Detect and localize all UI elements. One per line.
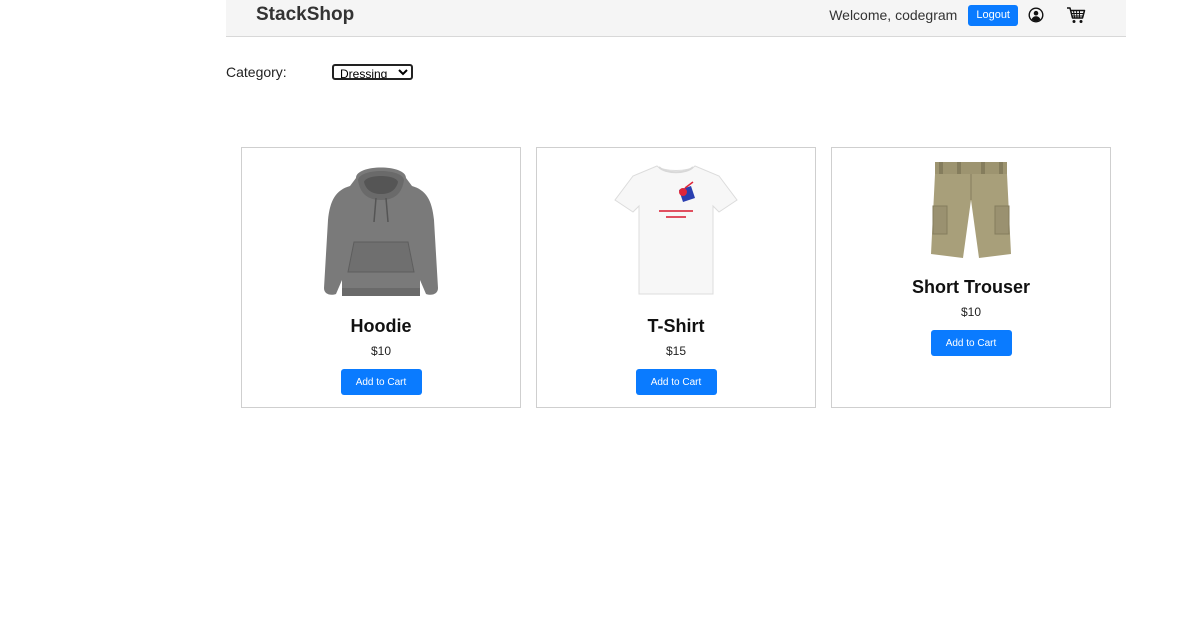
- product-card-hoodie: Hoodie $10 Add to Cart: [241, 147, 521, 408]
- hoodie-image: [311, 160, 451, 300]
- logout-button[interactable]: Logout: [968, 4, 1018, 26]
- product-grid: Hoodie $10 Add to Cart T-Shirt $15 Add t…: [241, 147, 1111, 408]
- add-to-cart-button[interactable]: Add to Cart: [930, 330, 1012, 356]
- product-card-short-trouser: Short Trouser $10 Add to Cart: [831, 147, 1111, 408]
- welcome-text: Welcome, codegram: [829, 7, 958, 23]
- product-price: $10: [370, 344, 392, 358]
- nav-right: Welcome, codegram Logout: [829, 4, 1086, 26]
- add-to-cart-button[interactable]: Add to Cart: [340, 369, 422, 395]
- shopping-cart-icon[interactable]: [1066, 6, 1086, 24]
- brand-logo[interactable]: StackShop: [256, 4, 354, 26]
- short-trouser-image: [921, 160, 1021, 261]
- category-label: Category:: [226, 64, 287, 80]
- product-card-t-shirt: T-Shirt $15 Add to Cart: [536, 147, 816, 408]
- product-price: $10: [960, 305, 982, 319]
- category-filter: Category: Dressing: [226, 63, 413, 81]
- product-name: Short Trouser: [911, 277, 1031, 297]
- t-shirt-image: [606, 160, 746, 300]
- product-name: T-Shirt: [647, 316, 705, 336]
- navbar: StackShop Welcome, codegram Logout: [226, 0, 1126, 37]
- user-circle-icon[interactable]: [1028, 7, 1044, 23]
- product-price: $15: [665, 344, 687, 358]
- add-to-cart-button[interactable]: Add to Cart: [635, 369, 717, 395]
- category-select[interactable]: Dressing: [332, 64, 413, 80]
- product-name: Hoodie: [350, 316, 412, 336]
